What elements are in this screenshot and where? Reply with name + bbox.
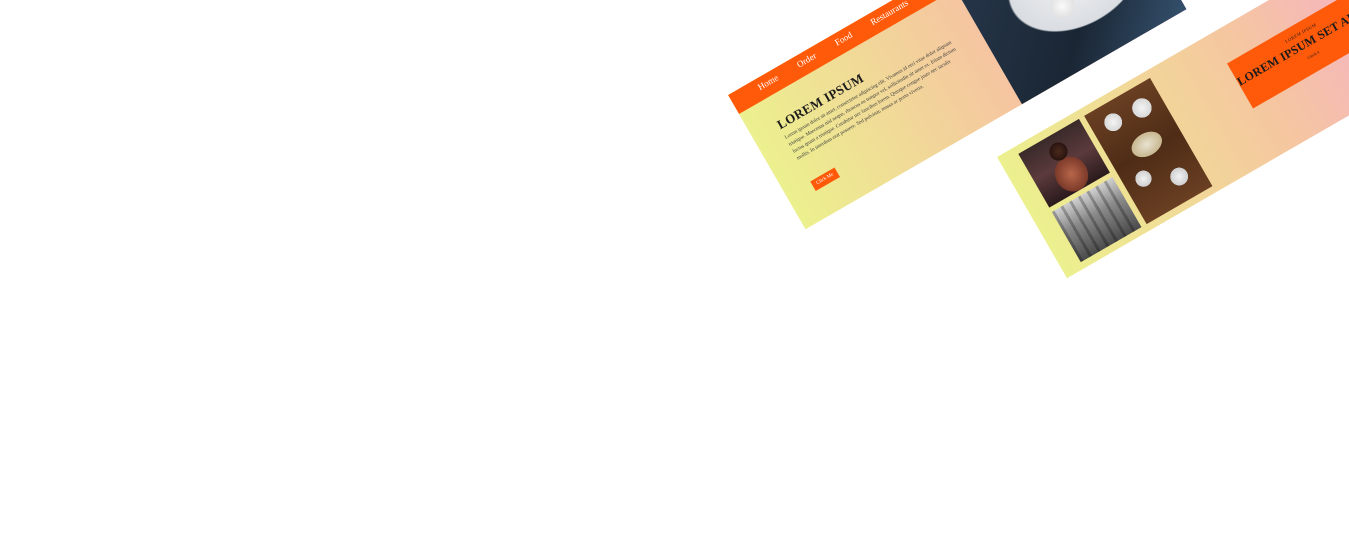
- click-me-button[interactable]: Click Me: [810, 167, 840, 191]
- nav-restaurants-link[interactable]: Restaurants: [869, 0, 910, 27]
- promo-banner: LOREM IPSUM LOREM IPSUM SET ADEMIR Check…: [1227, 0, 1349, 109]
- nav-food-link[interactable]: Food: [833, 30, 854, 48]
- nav-order-link[interactable]: Order: [795, 50, 818, 69]
- nav-home-link[interactable]: Home: [756, 72, 780, 92]
